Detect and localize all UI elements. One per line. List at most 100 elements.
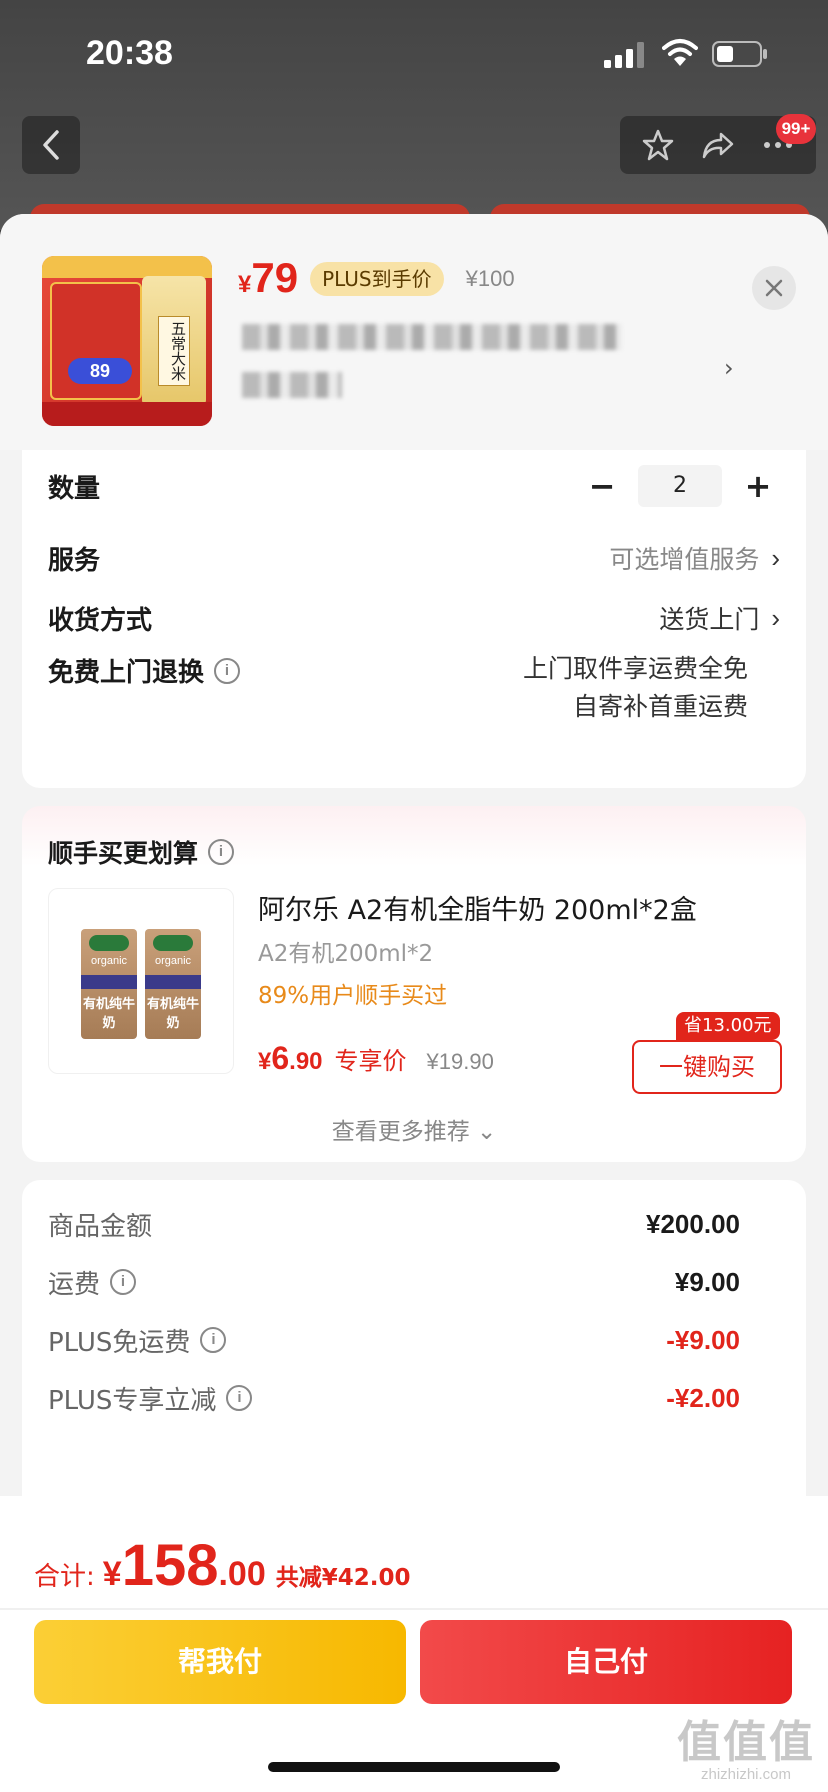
more-recommendations-link[interactable]: 查看更多推荐 ⌄ <box>22 1112 806 1146</box>
thumb-footer-strip <box>42 402 212 426</box>
return-policy: 上门取件享运费全免 自寄补首重运费 <box>523 650 748 726</box>
one-click-buy-button[interactable]: 一键购买 <box>632 1040 782 1094</box>
rice-bag-label: 五常大米 <box>158 316 190 386</box>
carton-brand: organic <box>154 955 192 967</box>
product-header: 89 五常大米 ¥ 79 PLUS到手价 ¥100 › <box>0 214 828 450</box>
info-icon[interactable]: i <box>200 1327 227 1353</box>
carton-text: 有机纯牛奶 <box>82 997 135 1031</box>
reco-price-row: ¥ 6 .90 专享价 ¥19.90 <box>258 1040 494 1077</box>
options-card: 数量 − 2 + 服务 可选增值服务 › 收货方式 送货上门 › 免费上门退换 <box>22 450 806 788</box>
reco-product-image[interactable]: organic 有机纯牛奶 organic 有机纯牛奶 <box>48 888 234 1074</box>
service-value: 可选增值服务 › <box>609 540 780 576</box>
thumb-price-tag: 89 <box>68 358 132 384</box>
total-row-value: -¥2.00 <box>666 1382 740 1413</box>
total-row: PLUS专享立减 i -¥2.00 <box>48 1374 740 1422</box>
reco-price-label: 专享价 <box>334 1047 407 1075</box>
sum-saved[interactable]: 共减¥42.00 <box>276 1558 411 1592</box>
chevron-right-icon[interactable]: › <box>724 354 734 382</box>
watermark-logo: 值值值 <box>677 1717 815 1768</box>
sum-decimals: .00 <box>218 1555 266 1593</box>
back-button[interactable] <box>22 116 80 174</box>
carton-text: 有机纯牛奶 <box>146 997 199 1031</box>
return-line-1: 上门取件享运费全免 <box>522 654 748 683</box>
reco-title-text: 顺手买更划算 <box>48 839 199 868</box>
reco-product-spec: A2有机200ml*2 <box>258 941 434 967</box>
product-price: 79 <box>251 254 299 301</box>
carton-brand: organic <box>90 955 128 967</box>
return-row: 免费上门退换 i 上门取件享运费全免 自寄补首重运费 <box>48 650 780 730</box>
reco-product-name[interactable]: 阿尔乐 A2有机全脂牛奶 200ml*2盒 <box>258 888 697 927</box>
quantity-label: 数量 <box>48 473 101 504</box>
quantity-stepper: − 2 + <box>580 465 780 507</box>
reco-price-dec: .90 <box>289 1048 323 1075</box>
total-row-value: ¥200.00 <box>646 1208 740 1239</box>
quantity-input[interactable]: 2 <box>638 465 722 507</box>
self-pay-button[interactable]: 自己付 <box>420 1620 792 1704</box>
total-row-label: PLUS专享立减 i <box>48 1380 253 1417</box>
plus-price-tag: PLUS到手价 <box>310 262 444 296</box>
delivery-row[interactable]: 收货方式 送货上门 › <box>48 590 780 646</box>
increase-button[interactable]: + <box>736 467 780 505</box>
close-icon <box>765 279 783 297</box>
battery-icon <box>712 41 767 67</box>
home-indicator <box>268 1762 560 1772</box>
chevron-right-icon: › <box>771 602 780 633</box>
info-icon[interactable]: i <box>208 839 235 865</box>
quantity-row: 数量 − 2 + <box>48 456 780 516</box>
total-row: 运费 i ¥9.00 <box>48 1258 740 1306</box>
return-label-text: 免费上门退换 <box>48 658 205 688</box>
plus-free-shipping-label: PLUS免运费 <box>48 1327 191 1358</box>
reco-original-price: ¥19.90 <box>426 1049 494 1074</box>
chevron-right-icon: › <box>771 542 780 573</box>
service-label: 服务 <box>48 545 101 576</box>
total-row-label: 商品金额 <box>48 1211 153 1242</box>
milk-carton: organic 有机纯牛奶 <box>145 929 201 1039</box>
service-value-text: 可选增值服务 <box>609 545 760 574</box>
close-button[interactable] <box>752 266 796 310</box>
total-row-value: -¥9.00 <box>666 1324 740 1355</box>
wifi-icon <box>662 39 698 66</box>
total-row-label: 运费 i <box>48 1264 137 1301</box>
original-price: ¥100 <box>465 266 515 291</box>
signal-icon <box>604 42 644 68</box>
thumb-banner <box>42 256 212 278</box>
product-thumbnail[interactable]: 89 五常大米 <box>42 256 212 426</box>
delivery-label: 收货方式 <box>48 605 153 636</box>
price-row: ¥ 79 PLUS到手价 ¥100 <box>238 254 515 304</box>
sum-row: 合计: ¥ 158 .00 共减¥42.00 <box>34 1532 411 1599</box>
decrease-button[interactable]: − <box>580 467 624 505</box>
total-row-label: PLUS免运费 i <box>48 1322 227 1359</box>
sum-label: 合计: <box>34 1562 95 1592</box>
plus-discount-label: PLUS专享立减 <box>48 1385 217 1416</box>
reco-currency: ¥ <box>258 1048 272 1075</box>
checkout-footer: 合计: ¥ 158 .00 共减¥42.00 帮我付 自己付 值值值 zhizh… <box>0 1496 828 1792</box>
message-badge: 99+ <box>776 114 816 144</box>
delivery-value: 送货上门 › <box>659 600 780 636</box>
sum-amount: 158 <box>121 1533 219 1598</box>
status-bar: 20:38 <box>0 0 828 110</box>
save-tag: 省13.00元 <box>676 1012 780 1040</box>
milk-carton: organic 有机纯牛奶 <box>81 929 137 1039</box>
reco-buyers-percent: 89%用户顺手买过 <box>258 983 448 1009</box>
return-line-2: 自寄补首重运费 <box>572 692 748 721</box>
share-icon[interactable] <box>701 128 735 162</box>
info-icon[interactable]: i <box>226 1385 253 1411</box>
divider <box>0 1608 828 1610</box>
sum-currency: ¥ <box>102 1555 122 1593</box>
total-row: 商品金额 ¥200.00 <box>48 1200 740 1248</box>
total-row: PLUS免运费 i -¥9.00 <box>48 1316 740 1364</box>
return-label: 免费上门退换 i <box>48 652 241 689</box>
help-pay-button[interactable]: 帮我付 <box>34 1620 406 1704</box>
info-icon[interactable]: i <box>214 657 241 684</box>
total-row-value: ¥9.00 <box>674 1266 740 1297</box>
chevron-left-icon <box>43 130 59 160</box>
status-time: 20:38 <box>86 34 173 72</box>
service-row[interactable]: 服务 可选增值服务 › <box>48 530 780 586</box>
star-icon[interactable] <box>641 128 675 162</box>
currency-symbol: ¥ <box>238 271 252 298</box>
reco-title: 顺手买更划算 i <box>48 834 235 870</box>
watermark: 值值值 zhizhizhi.com <box>676 1706 816 1783</box>
product-title-blurred[interactable] <box>242 324 702 424</box>
info-icon[interactable]: i <box>110 1269 137 1295</box>
delivery-value-text: 送货上门 <box>659 605 760 634</box>
